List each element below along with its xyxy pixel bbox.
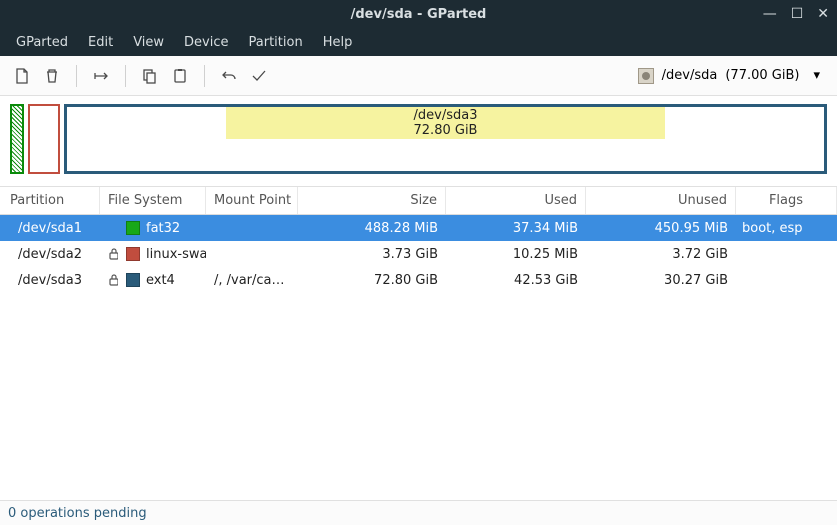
col-partition[interactable]: Partition xyxy=(0,187,100,214)
fs-color-swatch xyxy=(126,273,140,287)
copy-button[interactable] xyxy=(136,62,164,90)
map-free-region xyxy=(287,139,605,171)
paste-icon xyxy=(172,68,188,84)
lock-icon xyxy=(100,274,118,286)
table-body: /dev/sda1 fat32 488.28 MiB37.34 MiB450.95 … xyxy=(0,215,837,293)
cell-flags: boot, esp xyxy=(736,221,837,236)
menu-help[interactable]: Help xyxy=(315,31,361,54)
fs-color-swatch xyxy=(126,247,140,261)
map-used-region: /dev/sda3 72.80 GiB xyxy=(226,107,665,139)
table-row[interactable]: /dev/sda2 linux-swap 3.73 GiB10.25 MiB3.72… xyxy=(0,241,837,267)
cell-filesystem: linux-swap xyxy=(118,247,206,262)
col-unused[interactable]: Unused xyxy=(586,187,736,214)
device-size: (77.00 GiB) xyxy=(725,68,799,83)
fs-name: linux-swap xyxy=(146,247,206,262)
table-row[interactable]: /dev/sda3 ext4 /, /var/cach...72.80 GiB42.… xyxy=(0,267,837,293)
cell-size: 3.73 GiB xyxy=(298,247,446,262)
map-partition-sda2[interactable] xyxy=(28,104,60,174)
map-partition-sda1[interactable] xyxy=(10,104,24,174)
menu-view[interactable]: View xyxy=(125,31,172,54)
fs-name: fat32 xyxy=(146,221,180,236)
table-header: Partition File System Mount Point Size U… xyxy=(0,187,837,215)
resize-move-button[interactable] xyxy=(87,62,115,90)
col-filesystem[interactable]: File System xyxy=(100,187,206,214)
col-size[interactable]: Size xyxy=(298,187,446,214)
map-partition-sda3[interactable]: /dev/sda3 72.80 GiB xyxy=(64,104,827,174)
cell-partition: /dev/sda2 xyxy=(0,247,100,262)
toolbar-separator xyxy=(76,65,77,87)
menu-device[interactable]: Device xyxy=(176,31,236,54)
menu-edit[interactable]: Edit xyxy=(80,31,121,54)
statusbar: 0 operations pending xyxy=(0,501,837,525)
status-text: 0 operations pending xyxy=(8,506,147,521)
cell-unused: 3.72 GiB xyxy=(586,247,736,262)
undo-icon xyxy=(221,68,237,84)
col-mountpoint[interactable]: Mount Point xyxy=(206,187,298,214)
menu-gparted[interactable]: GParted xyxy=(8,31,76,54)
undo-button[interactable] xyxy=(215,62,243,90)
cell-size: 72.80 GiB xyxy=(298,273,446,288)
col-flags[interactable]: Flags xyxy=(736,187,837,214)
cell-partition: /dev/sda3 xyxy=(0,273,100,288)
cell-used: 37.34 MiB xyxy=(446,221,586,236)
cell-unused: 450.95 MiB xyxy=(586,221,736,236)
menubar: GParted Edit View Device Partition Help xyxy=(0,28,837,56)
chevron-down-icon: ▾ xyxy=(813,68,820,83)
close-button[interactable]: ✕ xyxy=(817,7,829,21)
cell-mountpoint: /, /var/cach... xyxy=(206,273,298,288)
cell-unused: 30.27 GiB xyxy=(586,273,736,288)
lock-icon xyxy=(100,248,118,260)
device-selector[interactable]: /dev/sda (77.00 GiB) ▾ xyxy=(629,63,829,89)
apply-button[interactable] xyxy=(245,62,273,90)
cell-used: 10.25 MiB xyxy=(446,247,586,262)
resize-icon xyxy=(93,68,109,84)
new-partition-button[interactable] xyxy=(8,62,36,90)
disk-icon xyxy=(638,68,654,84)
fs-color-swatch xyxy=(126,221,140,235)
cell-filesystem: ext4 xyxy=(118,273,206,288)
maximize-button[interactable]: ☐ xyxy=(791,7,804,21)
window-controls: — ☐ ✕ xyxy=(763,7,829,21)
menu-partition[interactable]: Partition xyxy=(241,31,311,54)
titlebar: /dev/sda - GParted — ☐ ✕ xyxy=(0,0,837,28)
device-name: /dev/sda xyxy=(662,68,718,83)
toolbar-separator xyxy=(125,65,126,87)
table-row[interactable]: /dev/sda1 fat32 488.28 MiB37.34 MiB450.95 … xyxy=(0,215,837,241)
map-partition-label: /dev/sda3 xyxy=(414,108,478,123)
paste-button[interactable] xyxy=(166,62,194,90)
check-icon xyxy=(251,68,267,84)
fs-name: ext4 xyxy=(146,273,175,288)
toolbar: /dev/sda (77.00 GiB) ▾ xyxy=(0,56,837,96)
cell-filesystem: fat32 xyxy=(118,221,206,236)
copy-icon xyxy=(142,68,158,84)
cell-used: 42.53 GiB xyxy=(446,273,586,288)
partition-map: /dev/sda3 72.80 GiB xyxy=(0,96,837,187)
delete-partition-button[interactable] xyxy=(38,62,66,90)
col-used[interactable]: Used xyxy=(446,187,586,214)
partition-table: Partition File System Mount Point Size U… xyxy=(0,187,837,501)
trash-icon xyxy=(44,68,60,84)
map-partition-size: 72.80 GiB xyxy=(414,123,478,138)
window-title: /dev/sda - GParted xyxy=(0,7,837,22)
toolbar-separator xyxy=(204,65,205,87)
cell-partition: /dev/sda1 xyxy=(0,221,100,236)
minimize-button[interactable]: — xyxy=(763,7,777,21)
cell-size: 488.28 MiB xyxy=(298,221,446,236)
document-new-icon xyxy=(14,68,30,84)
